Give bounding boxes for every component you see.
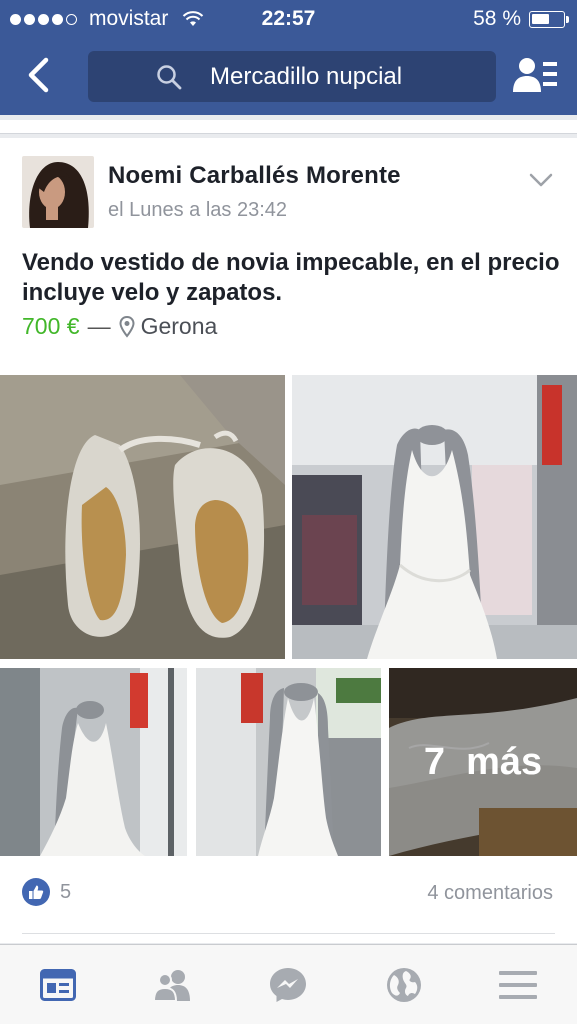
photo-shoes[interactable]	[0, 375, 285, 659]
location-pin-icon	[119, 315, 135, 338]
tab-messenger[interactable]	[268, 965, 308, 1005]
post-author[interactable]: Noemi Carballés Morente	[108, 162, 401, 190]
status-bar: movistar 22:57 58 %	[0, 0, 577, 38]
battery-icon	[529, 10, 569, 28]
reactions-summary[interactable]: 5	[22, 878, 71, 906]
like-icon	[22, 878, 50, 906]
post-timestamp[interactable]: el Lunes a las 23:42	[108, 199, 287, 222]
avatar[interactable]	[22, 156, 94, 228]
globe-notifications-icon	[387, 968, 421, 1002]
search-icon	[157, 64, 182, 89]
status-right: 58 %	[473, 7, 569, 31]
photo-dress-side-2[interactable]	[196, 668, 381, 856]
menu-icon	[499, 971, 537, 999]
chevron-down-icon[interactable]	[529, 172, 553, 188]
group-members-icon[interactable]	[513, 56, 559, 96]
news-feed-icon	[40, 969, 76, 1001]
back-icon[interactable]	[22, 55, 58, 95]
search-text: Mercadillo nupcial	[210, 62, 403, 90]
price-location-row: 700 € — Gerona	[22, 313, 217, 340]
like-count: 5	[60, 880, 72, 903]
photo-dress-front[interactable]	[292, 375, 577, 659]
tab-bar	[0, 944, 577, 1024]
feed-top-divider	[0, 120, 577, 134]
tab-friends[interactable]	[152, 965, 192, 1005]
more-photos-overlay[interactable]: 7 más	[389, 668, 577, 856]
tab-menu[interactable]	[498, 965, 538, 1005]
tab-news-feed[interactable]	[38, 965, 78, 1005]
screen: movistar 22:57 58 % Mercadillo nupcial N…	[0, 0, 577, 1024]
post-card: Noemi Carballés Morente el Lunes a las 2…	[0, 138, 577, 943]
post-text: Vendo vestido de novia impecable, en el …	[22, 249, 560, 306]
battery-fill	[532, 13, 549, 24]
location[interactable]: Gerona	[141, 313, 218, 340]
photo-dress-side-1[interactable]	[0, 668, 187, 856]
tab-notifications[interactable]	[384, 965, 424, 1005]
card-separator	[22, 933, 555, 934]
battery-percent: 58 %	[473, 7, 521, 30]
search-bar[interactable]: Mercadillo nupcial	[88, 51, 496, 102]
messenger-icon	[270, 968, 306, 1002]
separator: —	[87, 313, 111, 339]
more-photos-label: 7 más	[423, 740, 543, 783]
friends-icon	[152, 970, 190, 1001]
photo-more[interactable]: 7 más	[389, 668, 577, 856]
comments-count[interactable]: 4 comentarios	[427, 882, 553, 905]
header: movistar 22:57 58 % Mercadillo nupcial	[0, 0, 577, 115]
price: 700 €	[22, 313, 80, 339]
